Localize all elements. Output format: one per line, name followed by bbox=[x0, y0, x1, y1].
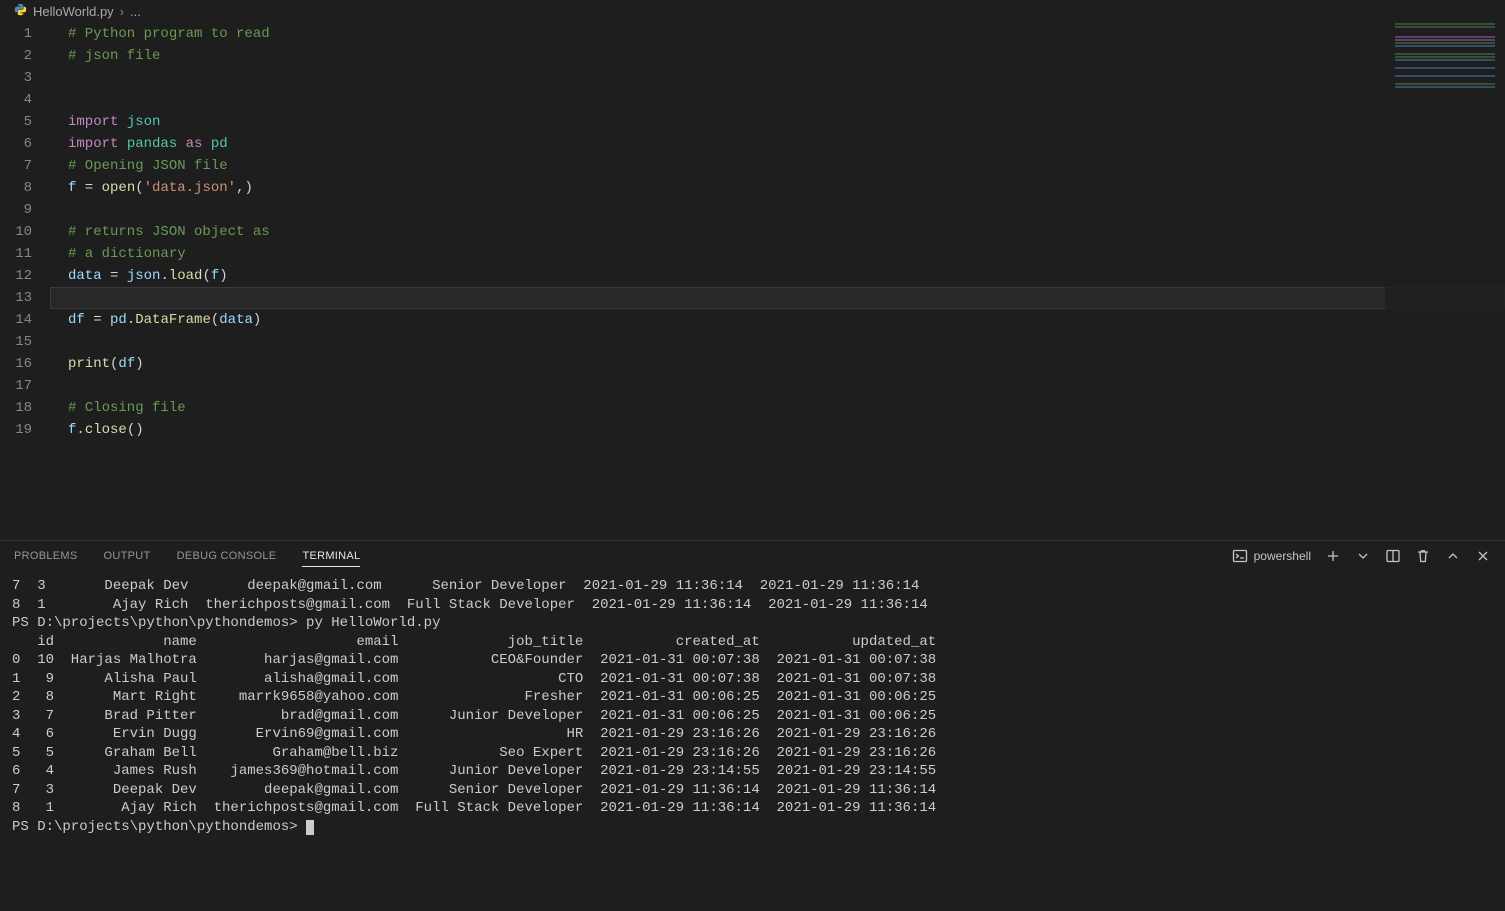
python-file-icon bbox=[14, 3, 27, 19]
code-line[interactable] bbox=[50, 67, 1505, 89]
line-number: 16 bbox=[0, 353, 32, 375]
code-line[interactable]: # Opening JSON file bbox=[50, 155, 1505, 177]
line-number: 5 bbox=[0, 111, 32, 133]
line-number: 18 bbox=[0, 397, 32, 419]
line-number: 8 bbox=[0, 177, 32, 199]
code-line[interactable] bbox=[50, 89, 1505, 111]
minimap[interactable] bbox=[1385, 22, 1505, 540]
line-number: 15 bbox=[0, 331, 32, 353]
line-number: 7 bbox=[0, 155, 32, 177]
terminal-icon bbox=[1232, 548, 1248, 564]
code-line[interactable]: print(df) bbox=[50, 353, 1505, 375]
code-line[interactable]: data = json.load(f) bbox=[50, 265, 1505, 287]
line-number: 12 bbox=[0, 265, 32, 287]
tab-terminal[interactable]: TERMINAL bbox=[302, 546, 360, 567]
tab-debug-console[interactable]: DEBUG CONSOLE bbox=[177, 546, 277, 566]
line-number: 17 bbox=[0, 375, 32, 397]
terminal-shell-selector[interactable]: powershell bbox=[1232, 548, 1311, 564]
panel-tabbar: PROBLEMS OUTPUT DEBUG CONSOLE TERMINAL p… bbox=[0, 541, 1505, 571]
code-line[interactable] bbox=[50, 199, 1505, 221]
code-line[interactable] bbox=[50, 375, 1505, 397]
maximize-panel-button[interactable] bbox=[1445, 548, 1461, 564]
breadcrumb-file[interactable]: HelloWorld.py bbox=[33, 4, 114, 19]
code-line[interactable]: # json file bbox=[50, 45, 1505, 67]
code-line[interactable] bbox=[50, 331, 1505, 353]
code-line[interactable]: # Closing file bbox=[50, 397, 1505, 419]
code-line[interactable]: import pandas as pd bbox=[50, 133, 1505, 155]
editor-code[interactable]: # Python program to read# json file impor… bbox=[50, 22, 1505, 540]
chevron-down-icon[interactable] bbox=[1355, 548, 1371, 564]
line-number: 13 bbox=[0, 287, 32, 309]
editor-gutter: 12345678910111213141516171819 bbox=[0, 22, 50, 540]
line-number: 6 bbox=[0, 133, 32, 155]
code-line[interactable]: f.close() bbox=[50, 419, 1505, 441]
editor-area: 12345678910111213141516171819 # Python p… bbox=[0, 22, 1505, 540]
breadcrumb-separator: › bbox=[120, 4, 124, 19]
tab-problems[interactable]: PROBLEMS bbox=[14, 546, 78, 566]
line-number: 19 bbox=[0, 419, 32, 441]
line-number: 11 bbox=[0, 243, 32, 265]
code-line[interactable]: df = pd.DataFrame(data) bbox=[50, 309, 1505, 331]
code-line[interactable]: # Python program to read bbox=[50, 23, 1505, 45]
terminal-content[interactable]: 7 3 Deepak Dev deepak@gmail.com Senior D… bbox=[0, 571, 1505, 910]
bottom-panel: PROBLEMS OUTPUT DEBUG CONSOLE TERMINAL p… bbox=[0, 540, 1505, 910]
line-number: 9 bbox=[0, 199, 32, 221]
line-number: 3 bbox=[0, 67, 32, 89]
new-terminal-button[interactable] bbox=[1325, 548, 1341, 564]
breadcrumb: HelloWorld.py › ... bbox=[0, 0, 1505, 22]
code-line[interactable]: f = open('data.json',) bbox=[50, 177, 1505, 199]
terminal-shell-label: powershell bbox=[1254, 549, 1311, 563]
code-line[interactable]: # returns JSON object as bbox=[50, 221, 1505, 243]
code-line[interactable] bbox=[50, 287, 1505, 309]
line-number: 4 bbox=[0, 89, 32, 111]
terminal-cursor bbox=[306, 820, 314, 835]
line-number: 14 bbox=[0, 309, 32, 331]
breadcrumb-rest[interactable]: ... bbox=[130, 4, 141, 19]
tab-output[interactable]: OUTPUT bbox=[104, 546, 151, 566]
code-line[interactable]: # a dictionary bbox=[50, 243, 1505, 265]
line-number: 2 bbox=[0, 45, 32, 67]
close-panel-button[interactable] bbox=[1475, 548, 1491, 564]
kill-terminal-button[interactable] bbox=[1415, 548, 1431, 564]
line-number: 1 bbox=[0, 23, 32, 45]
panel-actions: powershell bbox=[1232, 548, 1491, 564]
code-line[interactable]: import json bbox=[50, 111, 1505, 133]
split-terminal-button[interactable] bbox=[1385, 548, 1401, 564]
line-number: 10 bbox=[0, 221, 32, 243]
